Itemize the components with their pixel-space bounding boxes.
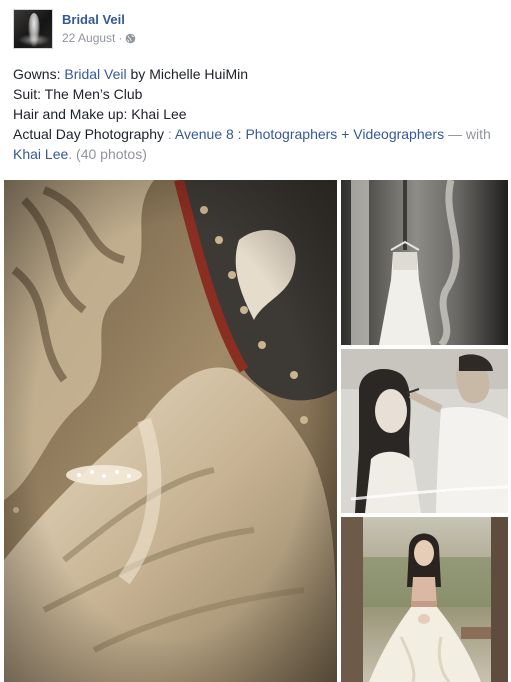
page-name-link[interactable]: Bridal Veil	[62, 12, 136, 28]
photography-colon: :	[163, 126, 175, 142]
post-date[interactable]: 22 August	[62, 31, 115, 45]
post-meta: Bridal Veil 22 August ·	[62, 9, 136, 49]
post-body: Gowns: Bridal Veil by Michelle HuiMin Su…	[13, 64, 503, 164]
tagged-line: Khai Lee. (40 photos)	[13, 144, 503, 164]
with-text: — with	[444, 126, 491, 142]
bridal-veil-link[interactable]: Bridal Veil	[64, 66, 126, 82]
flower-girl-photo[interactable]	[341, 517, 508, 682]
timestamp-row: 22 August ·	[62, 31, 136, 45]
photography-line: Actual Day Photography : Avenue 8 : Phot…	[13, 124, 503, 144]
flower-girl-image	[341, 517, 508, 682]
post-header: Bridal Veil 22 August ·	[13, 9, 136, 49]
photo-count[interactable]: (40 photos)	[72, 146, 147, 162]
makeup-session-image	[341, 349, 508, 513]
hanging-dress-image	[341, 180, 508, 345]
globe-icon[interactable]	[125, 33, 136, 44]
avatar-glow-graphic	[18, 34, 50, 46]
gown-detail-photo[interactable]	[4, 180, 337, 682]
gowns-designer: by Michelle HuiMin	[126, 66, 249, 82]
gown-detail-image	[4, 180, 337, 682]
gowns-line: Gowns: Bridal Veil by Michelle HuiMin	[13, 64, 503, 84]
makeup-session-photo[interactable]	[341, 349, 508, 513]
khai-lee-link[interactable]: Khai Lee	[13, 146, 68, 162]
facebook-post: Bridal Veil 22 August · Gowns: Bridal Ve…	[0, 0, 511, 682]
separator-dot: ·	[118, 31, 123, 45]
photo-grid	[4, 180, 508, 682]
photography-label: Actual Day Photography	[13, 126, 164, 142]
suit-line: Suit: The Men’s Club	[13, 86, 143, 102]
hair-makeup-line: Hair and Make up: Khai Lee	[13, 106, 187, 122]
hanging-dress-photo[interactable]	[341, 180, 508, 345]
gowns-label: Gowns:	[13, 66, 65, 82]
page-avatar[interactable]	[13, 9, 53, 49]
avenue8-link[interactable]: Avenue 8 : Photographers + Videographers	[175, 126, 444, 142]
